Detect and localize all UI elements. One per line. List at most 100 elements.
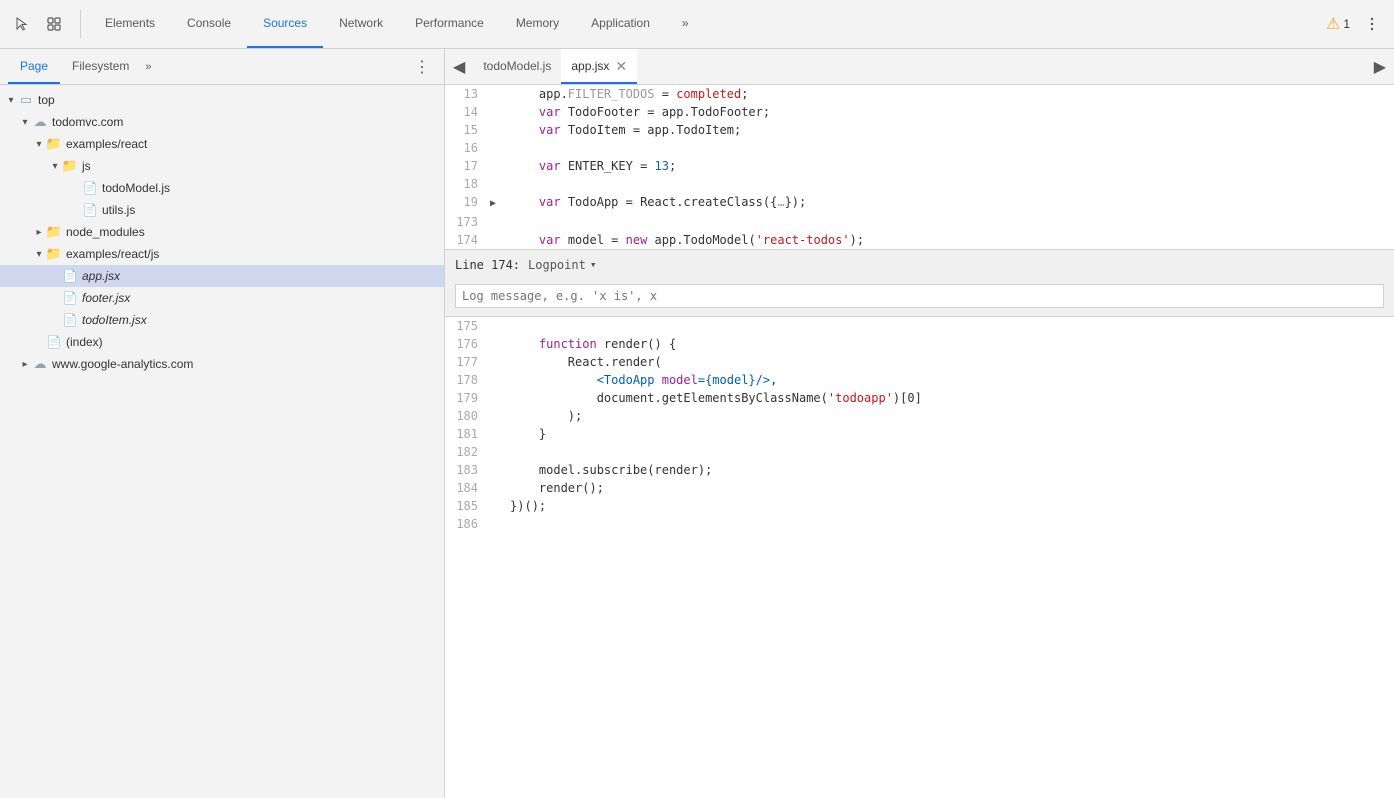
- tree-arrow-top: [4, 93, 18, 107]
- tree-label-todomvc: todomvc.com: [52, 115, 123, 129]
- code-line-186: 186: [445, 515, 1394, 533]
- sidebar-tree: ▭ top ☁ todomvc.com 📁 examples/react 📁 j…: [0, 85, 444, 798]
- code-tab-left-btn[interactable]: ◀: [445, 49, 473, 84]
- logpoint-input-row: [445, 280, 1394, 316]
- code-line-185: 185 })();: [445, 497, 1394, 515]
- tree-label-index: (index): [66, 335, 103, 349]
- file-icon-todoitem-jsx: 📄: [62, 312, 78, 328]
- logpoint-type-dropdown[interactable]: Logpoint ▾: [528, 256, 596, 274]
- code-editor[interactable]: 13 app.FILTER_TODOS = completed; 14 var …: [445, 85, 1394, 798]
- logpoint-line-label: Line 174:: [455, 256, 520, 274]
- tree-arrow-examples-react-js: [32, 247, 46, 261]
- warning-badge[interactable]: ⚠ 1: [1326, 14, 1350, 34]
- file-icon-utils: 📄: [82, 202, 98, 218]
- sidebar-menu-button[interactable]: ⋮: [408, 55, 436, 79]
- tree-label-app-jsx: app.jsx: [82, 269, 120, 283]
- sidebar-tab-more[interactable]: »: [145, 61, 151, 73]
- tab-sources[interactable]: Sources: [247, 0, 323, 48]
- logpoint-panel: Line 174: Logpoint ▾: [445, 249, 1394, 317]
- code-line-173: 173: [445, 213, 1394, 231]
- code-line-175: 175: [445, 317, 1394, 335]
- logpoint-input[interactable]: [455, 284, 1384, 308]
- kebab-menu-icon[interactable]: [1358, 10, 1386, 38]
- toolbar-icons: [8, 10, 81, 38]
- tree-item-todomodel[interactable]: 📄 todoModel.js: [0, 177, 444, 199]
- tree-arrow-node-modules: [32, 225, 46, 239]
- file-icon-footer-jsx: 📄: [62, 290, 78, 306]
- code-line-180: 180 );: [445, 407, 1394, 425]
- code-line-179: 179 document.getElementsByClassName('tod…: [445, 389, 1394, 407]
- code-tab-app-jsx[interactable]: app.jsx ✕: [561, 49, 637, 84]
- tree-arrow-utils: [68, 203, 82, 217]
- tree-arrow-todomodel: [68, 181, 82, 195]
- tab-application[interactable]: Application: [575, 0, 666, 48]
- folder-icon-examples-react-js: 📁: [46, 246, 62, 262]
- code-line-16: 16: [445, 139, 1394, 157]
- tree-item-todomvc[interactable]: ☁ todomvc.com: [0, 111, 444, 133]
- tree-item-top[interactable]: ▭ top: [0, 89, 444, 111]
- code-line-181: 181 }: [445, 425, 1394, 443]
- folder-icon-top: ▭: [18, 92, 34, 108]
- tree-item-examples-react-js[interactable]: 📁 examples/react/js: [0, 243, 444, 265]
- tree-label-utils: utils.js: [102, 203, 135, 217]
- tab-elements[interactable]: Elements: [89, 0, 171, 48]
- sidebar: Page Filesystem » ⋮ ▭ top ☁ todomvc.com …: [0, 49, 445, 798]
- tree-label-examples-react: examples/react: [66, 137, 147, 151]
- toolbar: Elements Console Sources Network Perform…: [0, 0, 1394, 49]
- tree-arrow-index: [32, 335, 46, 349]
- code-tab-todomodel[interactable]: todoModel.js: [473, 49, 561, 84]
- folder-icon-node-modules: 📁: [46, 224, 62, 240]
- tree-label-js: js: [82, 159, 91, 173]
- tree-item-utils[interactable]: 📄 utils.js: [0, 199, 444, 221]
- tree-item-footer-jsx[interactable]: 📄 footer.jsx: [0, 287, 444, 309]
- code-line-18: 18: [445, 175, 1394, 193]
- tree-label-node-modules: node_modules: [66, 225, 145, 239]
- tree-label-todomodel: todoModel.js: [102, 181, 170, 195]
- toolbar-right: ⚠ 1: [1326, 10, 1386, 38]
- tree-item-todoitem-jsx[interactable]: 📄 todoItem.jsx: [0, 309, 444, 331]
- folder-icon-js: 📁: [62, 158, 78, 174]
- code-tabs: ◀ todoModel.js app.jsx ✕ ▶: [445, 49, 1394, 85]
- tab-memory[interactable]: Memory: [500, 0, 575, 48]
- tree-label-google-analytics: www.google-analytics.com: [52, 357, 193, 371]
- tree-label-todoitem-jsx: todoItem.jsx: [82, 313, 147, 327]
- main-layout: Page Filesystem » ⋮ ▭ top ☁ todomvc.com …: [0, 49, 1394, 798]
- code-line-176: 176 function render() {: [445, 335, 1394, 353]
- logpoint-type-label: Logpoint: [528, 256, 586, 274]
- tree-item-node-modules[interactable]: 📁 node_modules: [0, 221, 444, 243]
- tab-more[interactable]: »: [666, 0, 705, 48]
- logpoint-dropdown-arrow: ▾: [590, 256, 597, 274]
- warning-count: 1: [1343, 17, 1350, 31]
- cursor-icon[interactable]: [8, 10, 36, 38]
- tree-item-google-analytics[interactable]: ☁ www.google-analytics.com: [0, 353, 444, 375]
- code-line-19: 19 ▶ var TodoApp = React.createClass({…}…: [445, 193, 1394, 213]
- folder-icon-examples-react: 📁: [46, 136, 62, 152]
- cloud-icon-todomvc: ☁: [32, 114, 48, 130]
- tab-performance[interactable]: Performance: [399, 0, 500, 48]
- tree-item-index[interactable]: 📄 (index): [0, 331, 444, 353]
- tree-item-app-jsx[interactable]: 📄 app.jsx: [0, 265, 444, 287]
- sidebar-tabs: Page Filesystem » ⋮: [0, 49, 444, 85]
- tree-arrow-footer-jsx: [48, 291, 62, 305]
- tab-console[interactable]: Console: [171, 0, 247, 48]
- tree-arrow-google-analytics: [18, 357, 32, 371]
- tab-network[interactable]: Network: [323, 0, 399, 48]
- inspect-icon[interactable]: [40, 10, 68, 38]
- file-icon-index: 📄: [46, 334, 62, 350]
- sidebar-tab-filesystem[interactable]: Filesystem: [60, 49, 141, 84]
- tree-label-footer-jsx: footer.jsx: [82, 291, 130, 305]
- code-tab-right-btn[interactable]: ▶: [1366, 57, 1394, 77]
- tree-arrow-js: [48, 159, 62, 173]
- code-line-174: 174 var model = new app.TodoModel('react…: [445, 231, 1394, 249]
- tree-item-js[interactable]: 📁 js: [0, 155, 444, 177]
- code-line-177: 177 React.render(: [445, 353, 1394, 371]
- warning-icon: ⚠: [1326, 14, 1340, 34]
- tree-arrow-examples-react: [32, 137, 46, 151]
- sidebar-tab-page[interactable]: Page: [8, 49, 60, 84]
- code-line-178: 178 <TodoApp model={model}/>,: [445, 371, 1394, 389]
- tree-item-examples-react[interactable]: 📁 examples/react: [0, 133, 444, 155]
- tree-arrow-app-jsx: [48, 269, 62, 283]
- code-line-13: 13 app.FILTER_TODOS = completed;: [445, 85, 1394, 103]
- code-tab-close-icon[interactable]: ✕: [615, 59, 627, 73]
- code-tab-todomodel-label: todoModel.js: [483, 59, 551, 73]
